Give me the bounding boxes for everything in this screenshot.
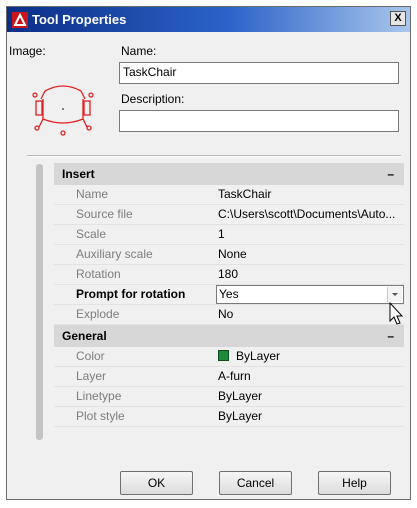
ok-button[interactable]: OK (120, 471, 193, 495)
property-name: Linetype (76, 389, 122, 403)
pointer-cursor-icon (389, 302, 403, 325)
window-title: Tool Properties (32, 12, 127, 27)
property-name: Auxiliary scale (76, 247, 153, 261)
property-name: Color (76, 349, 105, 363)
section-general-header[interactable]: General – (54, 325, 404, 347)
property-value[interactable]: No (216, 305, 404, 324)
autocad-icon (12, 12, 28, 28)
property-value[interactable]: 180 (216, 265, 404, 284)
property-name: Layer (76, 369, 107, 383)
title-bar[interactable]: Tool Properties X (7, 7, 410, 32)
tool-properties-dialog: Tool Properties X Image: Name: TaskChair… (6, 6, 411, 500)
close-button[interactable]: X (390, 11, 406, 26)
property-row[interactable]: Linetype ByLayer (54, 387, 404, 407)
name-label: Name: (121, 44, 157, 58)
property-row-prompt-for-rotation[interactable]: Prompt for rotation Yes (54, 285, 404, 305)
property-row[interactable]: Auxiliary scale None (54, 245, 404, 265)
property-row[interactable]: Rotation 180 (54, 265, 404, 285)
property-name: Name (76, 187, 109, 201)
image-label: Image: (9, 44, 46, 58)
section-title: General (62, 329, 107, 343)
property-name: Explode (76, 307, 120, 321)
property-value[interactable]: ByLayer (216, 387, 404, 406)
color-value: ByLayer (236, 349, 281, 363)
cancel-button[interactable]: Cancel (219, 471, 292, 495)
description-field[interactable] (119, 110, 399, 132)
property-value[interactable]: ByLayer (216, 347, 404, 366)
palette-scroll-bar[interactable] (36, 164, 43, 440)
help-button[interactable]: Help (318, 471, 391, 495)
property-row[interactable]: Layer A-furn (54, 367, 404, 387)
section-title: Insert (62, 167, 95, 181)
color-swatch-icon (218, 350, 229, 361)
chevron-down-icon[interactable] (387, 287, 402, 302)
collapse-icon[interactable]: – (387, 163, 394, 185)
property-value[interactable]: 1 (216, 225, 404, 244)
property-row[interactable]: Name TaskChair (54, 185, 404, 205)
chair-preview-image (32, 85, 94, 136)
prompt-for-rotation-select[interactable]: Yes (216, 285, 404, 304)
property-row[interactable]: Color ByLayer (54, 347, 404, 367)
divider (27, 155, 401, 157)
property-value[interactable]: None (216, 245, 404, 264)
property-value[interactable]: ByLayer (216, 407, 404, 426)
property-name: Rotation (76, 267, 121, 281)
property-row[interactable]: Plot style ByLayer (54, 407, 404, 427)
property-value[interactable]: TaskChair (216, 185, 404, 204)
property-row[interactable]: Source file C:\Users\scott\Documents\Aut… (54, 205, 404, 225)
property-name: Plot style (76, 409, 125, 423)
property-name: Source file (76, 207, 133, 221)
collapse-icon[interactable]: – (387, 325, 394, 347)
property-row[interactable]: Scale 1 (54, 225, 404, 245)
name-field[interactable]: TaskChair (119, 62, 399, 84)
property-value[interactable]: A-furn (216, 367, 404, 386)
property-name: Prompt for rotation (76, 287, 186, 301)
select-value: Yes (219, 287, 239, 301)
property-name: Scale (76, 227, 107, 241)
properties-grid: Insert – Name TaskChair Source file C:\U… (54, 163, 404, 446)
description-label: Description: (121, 92, 185, 106)
property-value[interactable]: C:\Users\scott\Documents\Auto... (216, 205, 404, 224)
section-insert-header[interactable]: Insert – (54, 163, 404, 185)
property-row[interactable]: Explode No (54, 305, 404, 325)
